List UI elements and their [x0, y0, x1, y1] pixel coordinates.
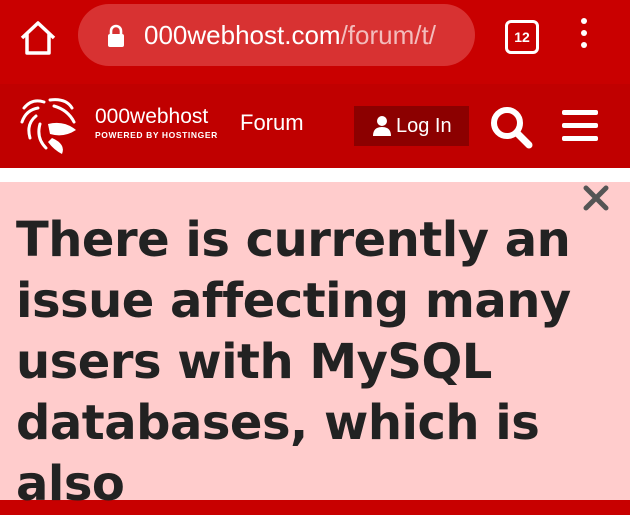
more-vert-icon[interactable]	[578, 18, 590, 54]
search-icon[interactable]	[488, 104, 534, 150]
brand-tagline: POWERED BY HOSTINGER	[95, 130, 218, 140]
tab-switcher-button[interactable]: 12	[505, 20, 539, 54]
site-header: 000webhost POWERED BY HOSTINGER Forum Lo…	[0, 84, 630, 168]
url-path: /forum/t/	[340, 20, 436, 50]
address-bar[interactable]: 000webhost.com/forum/t/	[78, 4, 475, 66]
lock-icon	[108, 24, 124, 47]
url-domain: 000webhost.com	[144, 20, 341, 50]
logo-icon[interactable]	[14, 94, 84, 156]
banner-message: There is currently an issue affecting ma…	[16, 212, 571, 512]
user-icon	[373, 116, 391, 136]
url-text: 000webhost.com/forum/t/	[144, 20, 466, 51]
brand[interactable]: 000webhost POWERED BY HOSTINGER	[95, 105, 218, 141]
menu-icon[interactable]	[560, 106, 600, 146]
close-icon[interactable]	[582, 184, 610, 212]
browser-toolbar: 000webhost.com/forum/t/ 12	[0, 0, 630, 80]
brand-name: 000webhost	[95, 105, 209, 128]
login-button[interactable]: Log In	[354, 106, 469, 146]
nav-forum-link[interactable]: Forum	[240, 110, 304, 136]
login-label: Log In	[396, 115, 452, 137]
home-icon[interactable]	[18, 18, 58, 58]
header-divider	[0, 168, 630, 182]
